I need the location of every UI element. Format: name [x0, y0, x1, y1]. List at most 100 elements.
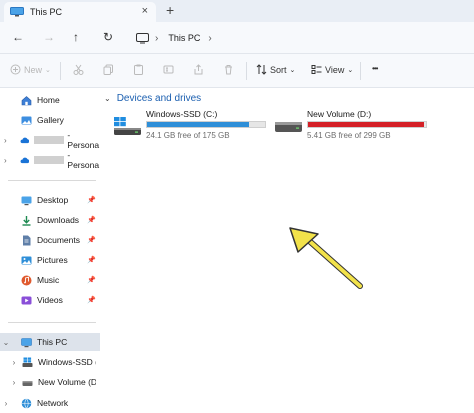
sidebar-item-label: Pictures — [37, 255, 68, 265]
back-arrow-icon[interactable]: ← — [12, 30, 24, 44]
sidebar-item-label: - Persona — [67, 130, 100, 150]
computer-icon — [21, 337, 32, 347]
pin-icon[interactable]: 📌 — [87, 256, 96, 264]
sort-button[interactable]: Sort ⌄ — [256, 64, 295, 75]
close-tab-icon[interactable]: × — [142, 5, 148, 17]
sidebar-item-onedrive-2[interactable]: › - Persona — [0, 150, 100, 170]
sidebar-item-home[interactable]: Home — [0, 92, 100, 108]
redacted-account-name — [34, 156, 65, 164]
sidebar-item-videos[interactable]: Videos 📌 — [0, 292, 100, 308]
chevron-down-icon[interactable]: ⌄ — [0, 338, 12, 347]
desktop-icon — [21, 196, 32, 205]
pin-icon[interactable]: 📌 — [87, 196, 96, 204]
view-button[interactable]: View ⌄ — [311, 64, 353, 75]
tab-title: This PC — [30, 7, 63, 17]
gallery-icon — [21, 116, 32, 124]
pin-icon[interactable]: 📌 — [87, 296, 96, 304]
toolbar-divider — [360, 62, 361, 80]
sidebar-item-label: Downloads — [37, 215, 80, 225]
pin-icon[interactable]: 📌 — [87, 236, 96, 244]
paste-button[interactable] — [133, 64, 147, 75]
new-label: New — [24, 64, 43, 75]
cloud-icon — [20, 137, 29, 143]
monitor-icon — [10, 7, 24, 17]
rename-icon — [163, 65, 174, 74]
share-button[interactable] — [193, 64, 207, 75]
scissors-icon — [73, 64, 84, 75]
chevron-right-icon[interactable]: › — [208, 33, 211, 44]
chevron-down-icon[interactable]: ⌄ — [104, 94, 111, 103]
sidebar-divider — [8, 180, 96, 181]
drive-usage-fill — [147, 122, 249, 127]
sidebar-item-downloads[interactable]: Downloads 📌 — [0, 212, 100, 228]
view-label: View — [325, 64, 345, 75]
pin-icon[interactable]: 📌 — [87, 276, 96, 284]
sidebar-item-label: Gallery — [37, 115, 64, 125]
command-toolbar: New ⌄ Sort ⌄ View ⌄ ••• — [0, 54, 474, 88]
up-arrow-icon[interactable]: ↑ — [73, 30, 79, 44]
toolbar-divider — [60, 62, 61, 80]
copy-button[interactable] — [103, 64, 117, 75]
more-options-button[interactable]: ••• — [372, 64, 378, 73]
sidebar-item-drive-d[interactable]: › New Volume (D:) — [0, 374, 100, 390]
sidebar-divider — [8, 322, 96, 323]
sidebar-item-this-pc[interactable]: ⌄ This PC — [0, 333, 100, 351]
clipboard-icon — [134, 64, 143, 75]
drive-usage-bar — [146, 121, 266, 128]
sidebar-item-label: Home — [37, 95, 60, 105]
network-icon — [21, 398, 32, 408]
sidebar-item-label: Music — [37, 275, 60, 285]
new-tab-button[interactable]: + — [166, 2, 174, 18]
sidebar-item-drive-c[interactable]: › Windows-SSD (C:) — [0, 354, 100, 370]
sidebar-item-label: Network — [37, 398, 69, 408]
chevron-right-icon[interactable]: › — [155, 33, 158, 44]
cut-button[interactable] — [73, 64, 87, 75]
sidebar-item-music[interactable]: Music 📌 — [0, 272, 100, 288]
forward-arrow-icon[interactable]: → — [43, 30, 55, 44]
chevron-right-icon[interactable]: › — [8, 378, 20, 387]
drive-name: Windows-SSD (C:) — [146, 109, 218, 119]
video-icon — [21, 296, 32, 304]
pin-icon[interactable]: 📌 — [87, 216, 96, 224]
download-icon — [22, 215, 31, 226]
new-button[interactable]: New ⌄ — [10, 64, 51, 75]
chevron-right-icon[interactable]: › — [0, 136, 11, 145]
chevron-right-icon[interactable]: › — [0, 399, 12, 408]
sidebar-item-network[interactable]: › Network — [0, 395, 100, 411]
monitor-outline-icon — [136, 32, 149, 43]
chevron-right-icon[interactable]: › — [8, 358, 20, 367]
breadcrumb-this-pc[interactable]: This PC — [168, 33, 200, 43]
breadcrumb[interactable]: › This PC › — [128, 27, 474, 49]
delete-button[interactable] — [223, 64, 237, 75]
navigation-pane: Home Gallery › - Persona › - Persona Des… — [0, 88, 100, 413]
sidebar-item-pictures[interactable]: Pictures 📌 — [0, 252, 100, 268]
redacted-account-name — [34, 136, 65, 144]
tab-this-pc[interactable]: This PC × — [4, 2, 156, 22]
sidebar-item-gallery[interactable]: Gallery — [0, 112, 100, 128]
sort-label: Sort — [270, 64, 287, 75]
windows-drive-icon — [22, 357, 33, 367]
chevron-down-icon: ⌄ — [289, 66, 296, 74]
chevron-right-icon[interactable]: › — [0, 156, 11, 165]
sidebar-item-documents[interactable]: Documents 📌 — [0, 232, 100, 248]
drive-name: New Volume (D:) — [307, 109, 372, 119]
view-list-icon — [311, 65, 322, 74]
chevron-down-icon: ⌄ — [45, 66, 51, 74]
tab-bar: This PC × + — [0, 0, 474, 22]
devices-group-header[interactable]: ⌄ Devices and drives — [104, 93, 201, 104]
sidebar-item-label: - Persona — [67, 150, 100, 170]
home-icon — [21, 95, 32, 105]
drive-icon — [22, 380, 33, 386]
rename-button[interactable] — [163, 64, 177, 75]
sidebar-item-label: This PC — [37, 337, 68, 347]
group-title: Devices and drives — [116, 93, 202, 104]
drive-tile-c[interactable]: Windows-SSD (C:) 24.1 GB free of 175 GB — [114, 109, 284, 145]
sidebar-item-label: New Volume (D:) — [38, 377, 96, 387]
drive-tile-d[interactable]: New Volume (D:) 5.41 GB free of 299 GB — [275, 109, 445, 145]
sidebar-item-onedrive-1[interactable]: › - Persona — [0, 130, 100, 150]
sidebar-item-desktop[interactable]: Desktop 📌 — [0, 192, 100, 208]
sidebar-item-label: Windows-SSD (C:) — [38, 357, 96, 367]
refresh-icon[interactable]: ↻ — [103, 30, 113, 44]
trash-icon — [225, 65, 232, 75]
chevron-down-icon: ⌄ — [347, 66, 354, 74]
